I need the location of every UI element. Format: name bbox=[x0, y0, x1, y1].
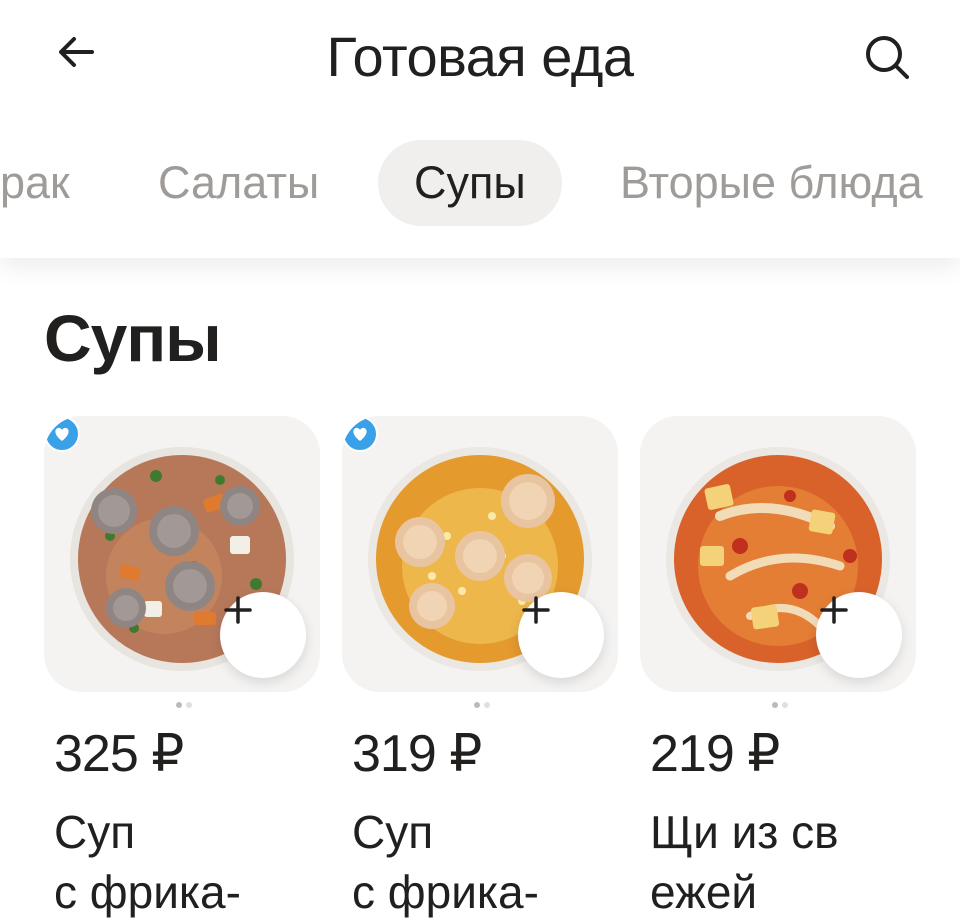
tab-soups[interactable]: Супы bbox=[378, 140, 562, 226]
page-title: Готовая еда bbox=[326, 25, 634, 88]
top-bar: Готовая еда рак Салаты Супы Вторые блюда bbox=[0, 0, 960, 258]
product-card[interactable]: 325 ₽ Суп с фрика- bbox=[44, 416, 320, 924]
heart-badge-icon bbox=[342, 416, 378, 452]
add-to-cart-button[interactable] bbox=[816, 592, 902, 678]
heart-badge-icon bbox=[44, 416, 80, 452]
plus-icon bbox=[522, 596, 550, 624]
search-button[interactable] bbox=[852, 22, 922, 92]
category-tabs: рак Салаты Супы Вторые блюда bbox=[0, 140, 960, 226]
product-image bbox=[44, 416, 320, 692]
add-to-cart-button[interactable] bbox=[220, 592, 306, 678]
product-price: 319 ₽ bbox=[352, 725, 482, 783]
product-name: Суп с фрика- bbox=[352, 806, 539, 918]
product-image bbox=[640, 416, 916, 692]
tab-main-dishes[interactable]: Вторые блюда bbox=[584, 140, 959, 226]
plus-icon bbox=[820, 596, 848, 624]
product-card[interactable]: 219 ₽ Щи из св ежей bbox=[640, 416, 916, 924]
product-image bbox=[342, 416, 618, 692]
product-price: 325 ₽ bbox=[54, 725, 184, 783]
product-name: Суп с фрика- bbox=[54, 806, 241, 918]
carousel-dots bbox=[772, 702, 788, 708]
product-price: 219 ₽ bbox=[650, 725, 780, 783]
carousel-dots bbox=[474, 702, 490, 708]
tab-salads[interactable]: Салаты bbox=[122, 140, 355, 226]
carousel-dots bbox=[176, 702, 192, 708]
tab-breakfast[interactable]: рак bbox=[0, 140, 106, 226]
search-icon bbox=[866, 36, 909, 79]
product-card[interactable]: 319 ₽ Суп с фрика- bbox=[342, 416, 618, 924]
plus-icon bbox=[224, 596, 252, 624]
section-title: Супы bbox=[44, 301, 222, 375]
add-to-cart-button[interactable] bbox=[518, 592, 604, 678]
product-name: Щи из св ежей bbox=[650, 806, 839, 918]
